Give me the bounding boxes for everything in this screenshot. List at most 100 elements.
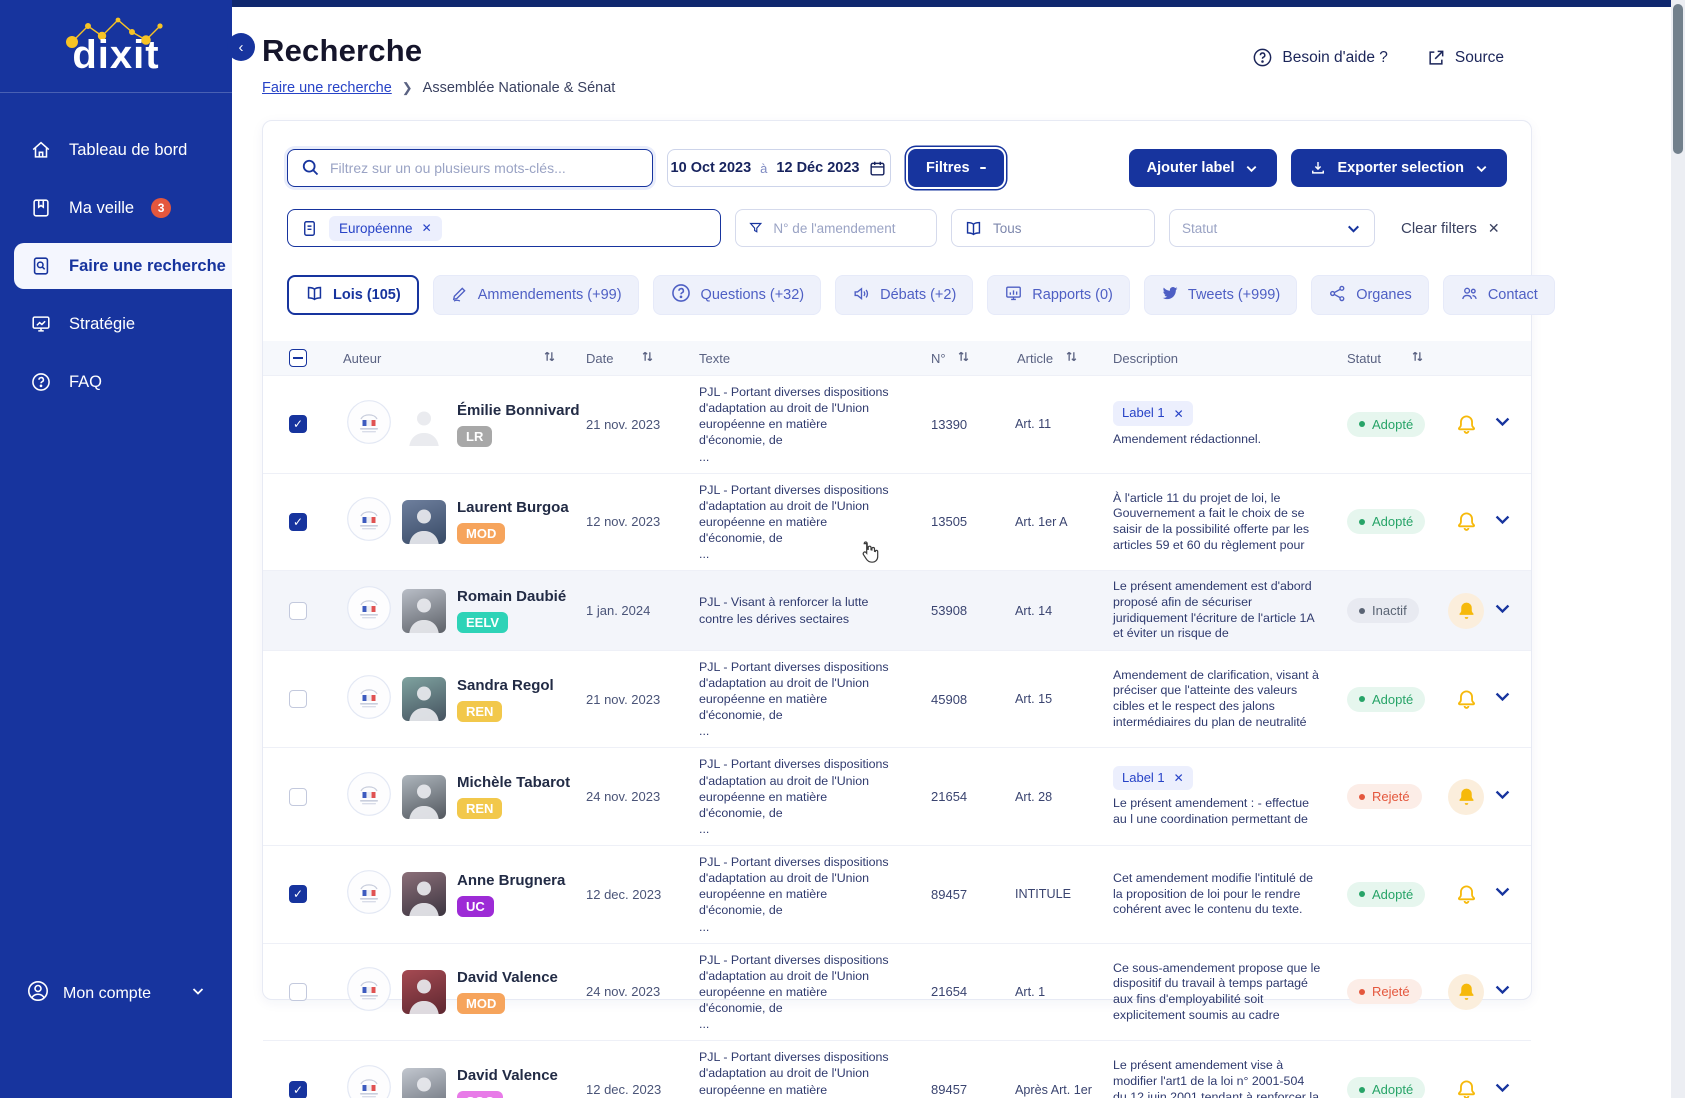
sort-icon[interactable] — [542, 349, 557, 367]
user-circle-icon — [26, 979, 50, 1008]
bell-outline-icon[interactable] — [1455, 1078, 1478, 1098]
expand-row-chevron-icon[interactable] — [1493, 1078, 1512, 1098]
description-text: À l'article 11 du projet de loi, le Gouv… — [1113, 490, 1310, 552]
header-utilities: Besoin d'aide ? Source — [1252, 47, 1504, 68]
report-icon — [1004, 284, 1023, 307]
bell-outline-icon[interactable] — [1455, 688, 1478, 711]
sort-icon[interactable] — [1064, 349, 1079, 367]
select-all-checkbox[interactable] — [289, 349, 307, 367]
tab-rapports-0[interactable]: Rapports (0) — [987, 275, 1130, 315]
scope-filter[interactable]: Tous — [951, 209, 1155, 247]
account-menu[interactable]: Mon compte — [0, 979, 232, 1008]
tab-lois-105[interactable]: Lois (105) — [287, 275, 419, 315]
row-label-tag[interactable]: Label 1 ✕ — [1113, 401, 1193, 426]
tab-organes[interactable]: Organes — [1311, 275, 1429, 315]
row-checkbox[interactable]: ✓ — [289, 512, 307, 531]
status-dot-icon — [1359, 421, 1365, 428]
expand-row-chevron-icon[interactable] — [1493, 510, 1512, 534]
bell-filled-icon[interactable] — [1448, 778, 1484, 815]
document-icon — [304, 220, 315, 236]
sidebar-item-strategie[interactable]: Stratégie — [0, 301, 232, 347]
row-checkbox[interactable]: ✓ — [289, 415, 307, 434]
sidebar-item-ma-veille[interactable]: Ma veille 3 — [0, 185, 232, 231]
column-header-article: Article — [985, 349, 1093, 367]
remove-label-icon[interactable]: ✕ — [1174, 408, 1184, 420]
breadcrumb-link[interactable]: Faire une recherche — [262, 80, 392, 96]
status-badge: Inactif — [1347, 598, 1419, 623]
tab-label: Débats (+2) — [880, 287, 957, 303]
text-type-filter[interactable]: Européenne ✕ — [287, 209, 721, 247]
author-avatar — [402, 499, 446, 544]
help-link[interactable]: Besoin d'aide ? — [1252, 47, 1388, 68]
number-cell: 53908 — [931, 603, 968, 618]
external-link-icon — [1429, 50, 1444, 65]
sidebar-item-tableau-de-bord[interactable]: Tableau de bord — [0, 127, 232, 173]
remove-tag-icon[interactable]: ✕ — [422, 222, 432, 234]
bell-filled-icon[interactable] — [1448, 973, 1484, 1010]
results-table: Auteur Date Texte N° Article Description Statu… — [263, 341, 1531, 1098]
author-avatar — [402, 872, 446, 917]
description-cell: À l'article 11 du projet de loi, le Gouv… — [1093, 491, 1329, 554]
expand-row-chevron-icon[interactable] — [1493, 882, 1512, 906]
description-text: Cet amendement modifie l'intitulé de la … — [1113, 870, 1314, 917]
row-checkbox[interactable] — [289, 690, 307, 709]
clear-filters-x-icon: ✕ — [1487, 220, 1500, 236]
dixit-logo[interactable]: dixit — [56, 10, 176, 75]
bell-outline-icon[interactable] — [1455, 413, 1478, 436]
party-badge: LR — [457, 425, 493, 447]
date-range-picker[interactable]: 10 Oct 2023 à 12 Déc 2023 — [667, 149, 891, 187]
table-row: David Valence MOD 24 nov. 2023 PJL - Portan… — [263, 942, 1531, 1041]
expand-row-chevron-icon[interactable] — [1493, 980, 1512, 1004]
filter-tag-label: Européenne — [339, 220, 413, 236]
filter-tag-europeenne[interactable]: Européenne ✕ — [329, 215, 442, 241]
sort-icon[interactable] — [956, 349, 971, 367]
source-link[interactable]: Source — [1426, 48, 1504, 68]
sort-icon[interactable] — [1410, 349, 1425, 367]
row-checkbox[interactable]: ✓ — [289, 885, 307, 904]
party-badge: EELV — [457, 612, 508, 633]
clear-filters-button[interactable]: Clear filters ✕ — [1401, 209, 1500, 247]
bell-outline-icon[interactable] — [1455, 510, 1478, 533]
row-checkbox[interactable] — [289, 601, 307, 620]
sidebar-item-faire-une-recherche[interactable]: Faire une recherche — [14, 243, 232, 289]
chevron-down-icon — [1348, 225, 1359, 233]
amendment-number-input[interactable] — [773, 220, 924, 236]
assemblee-nationale-logo — [347, 399, 391, 449]
tab-label: Organes — [1356, 287, 1412, 303]
sidebar-item-faq[interactable]: FAQ — [0, 359, 232, 405]
search-input[interactable] — [287, 149, 653, 187]
column-label: Texte — [699, 350, 731, 366]
sidebar-collapse-button[interactable]: ‹ — [227, 33, 255, 61]
scrollbar-thumb[interactable] — [1673, 4, 1683, 154]
remove-label-icon[interactable]: ✕ — [1174, 772, 1184, 784]
export-selection-button[interactable]: Exporter selection — [1291, 149, 1507, 187]
row-checkbox[interactable]: ✓ — [289, 1080, 307, 1098]
status-cell: Adopté — [1329, 1077, 1439, 1098]
bell-filled-icon[interactable] — [1448, 592, 1484, 629]
status-filter-select[interactable]: Statut — [1169, 209, 1375, 247]
sidebar-menu: Tableau de bord Ma veille 3 Faire une reche… — [0, 127, 232, 405]
tab-questions-32[interactable]: Questions (+32) — [652, 275, 822, 315]
filters-button[interactable]: Filtres — [908, 149, 1004, 187]
export-button-label: Exporter selection — [1337, 160, 1464, 176]
row-checkbox[interactable] — [289, 982, 307, 1001]
status-dot-icon — [1359, 607, 1365, 614]
tab-tweets-999[interactable]: Tweets (+999) — [1143, 275, 1298, 315]
description-cell: Cet amendement modifie l'intitulé de la … — [1093, 871, 1329, 918]
row-label-tag[interactable]: Label 1 ✕ — [1113, 765, 1193, 791]
row-checkbox[interactable] — [289, 787, 307, 806]
sort-icon[interactable] — [640, 349, 655, 367]
calendar-icon — [870, 161, 885, 176]
toolbar: 10 Oct 2023 à 12 Déc 2023 Filtres Ajoute… — [287, 149, 1507, 187]
expand-row-chevron-icon[interactable] — [1493, 785, 1512, 809]
tab-ammendements-99[interactable]: Ammendements (+99) — [432, 275, 639, 315]
expand-row-chevron-icon[interactable] — [1493, 687, 1512, 711]
add-label-button[interactable]: Ajouter label — [1128, 149, 1278, 187]
article-cell: Art. 14 — [1015, 603, 1053, 618]
expand-row-chevron-icon[interactable] — [1493, 599, 1512, 623]
bell-outline-icon[interactable] — [1455, 883, 1478, 906]
tab-debats-2[interactable]: Débats (+2) — [835, 275, 974, 315]
tab-contact[interactable]: Contact — [1442, 275, 1555, 315]
author-avatar — [402, 402, 446, 447]
expand-row-chevron-icon[interactable] — [1493, 412, 1512, 436]
